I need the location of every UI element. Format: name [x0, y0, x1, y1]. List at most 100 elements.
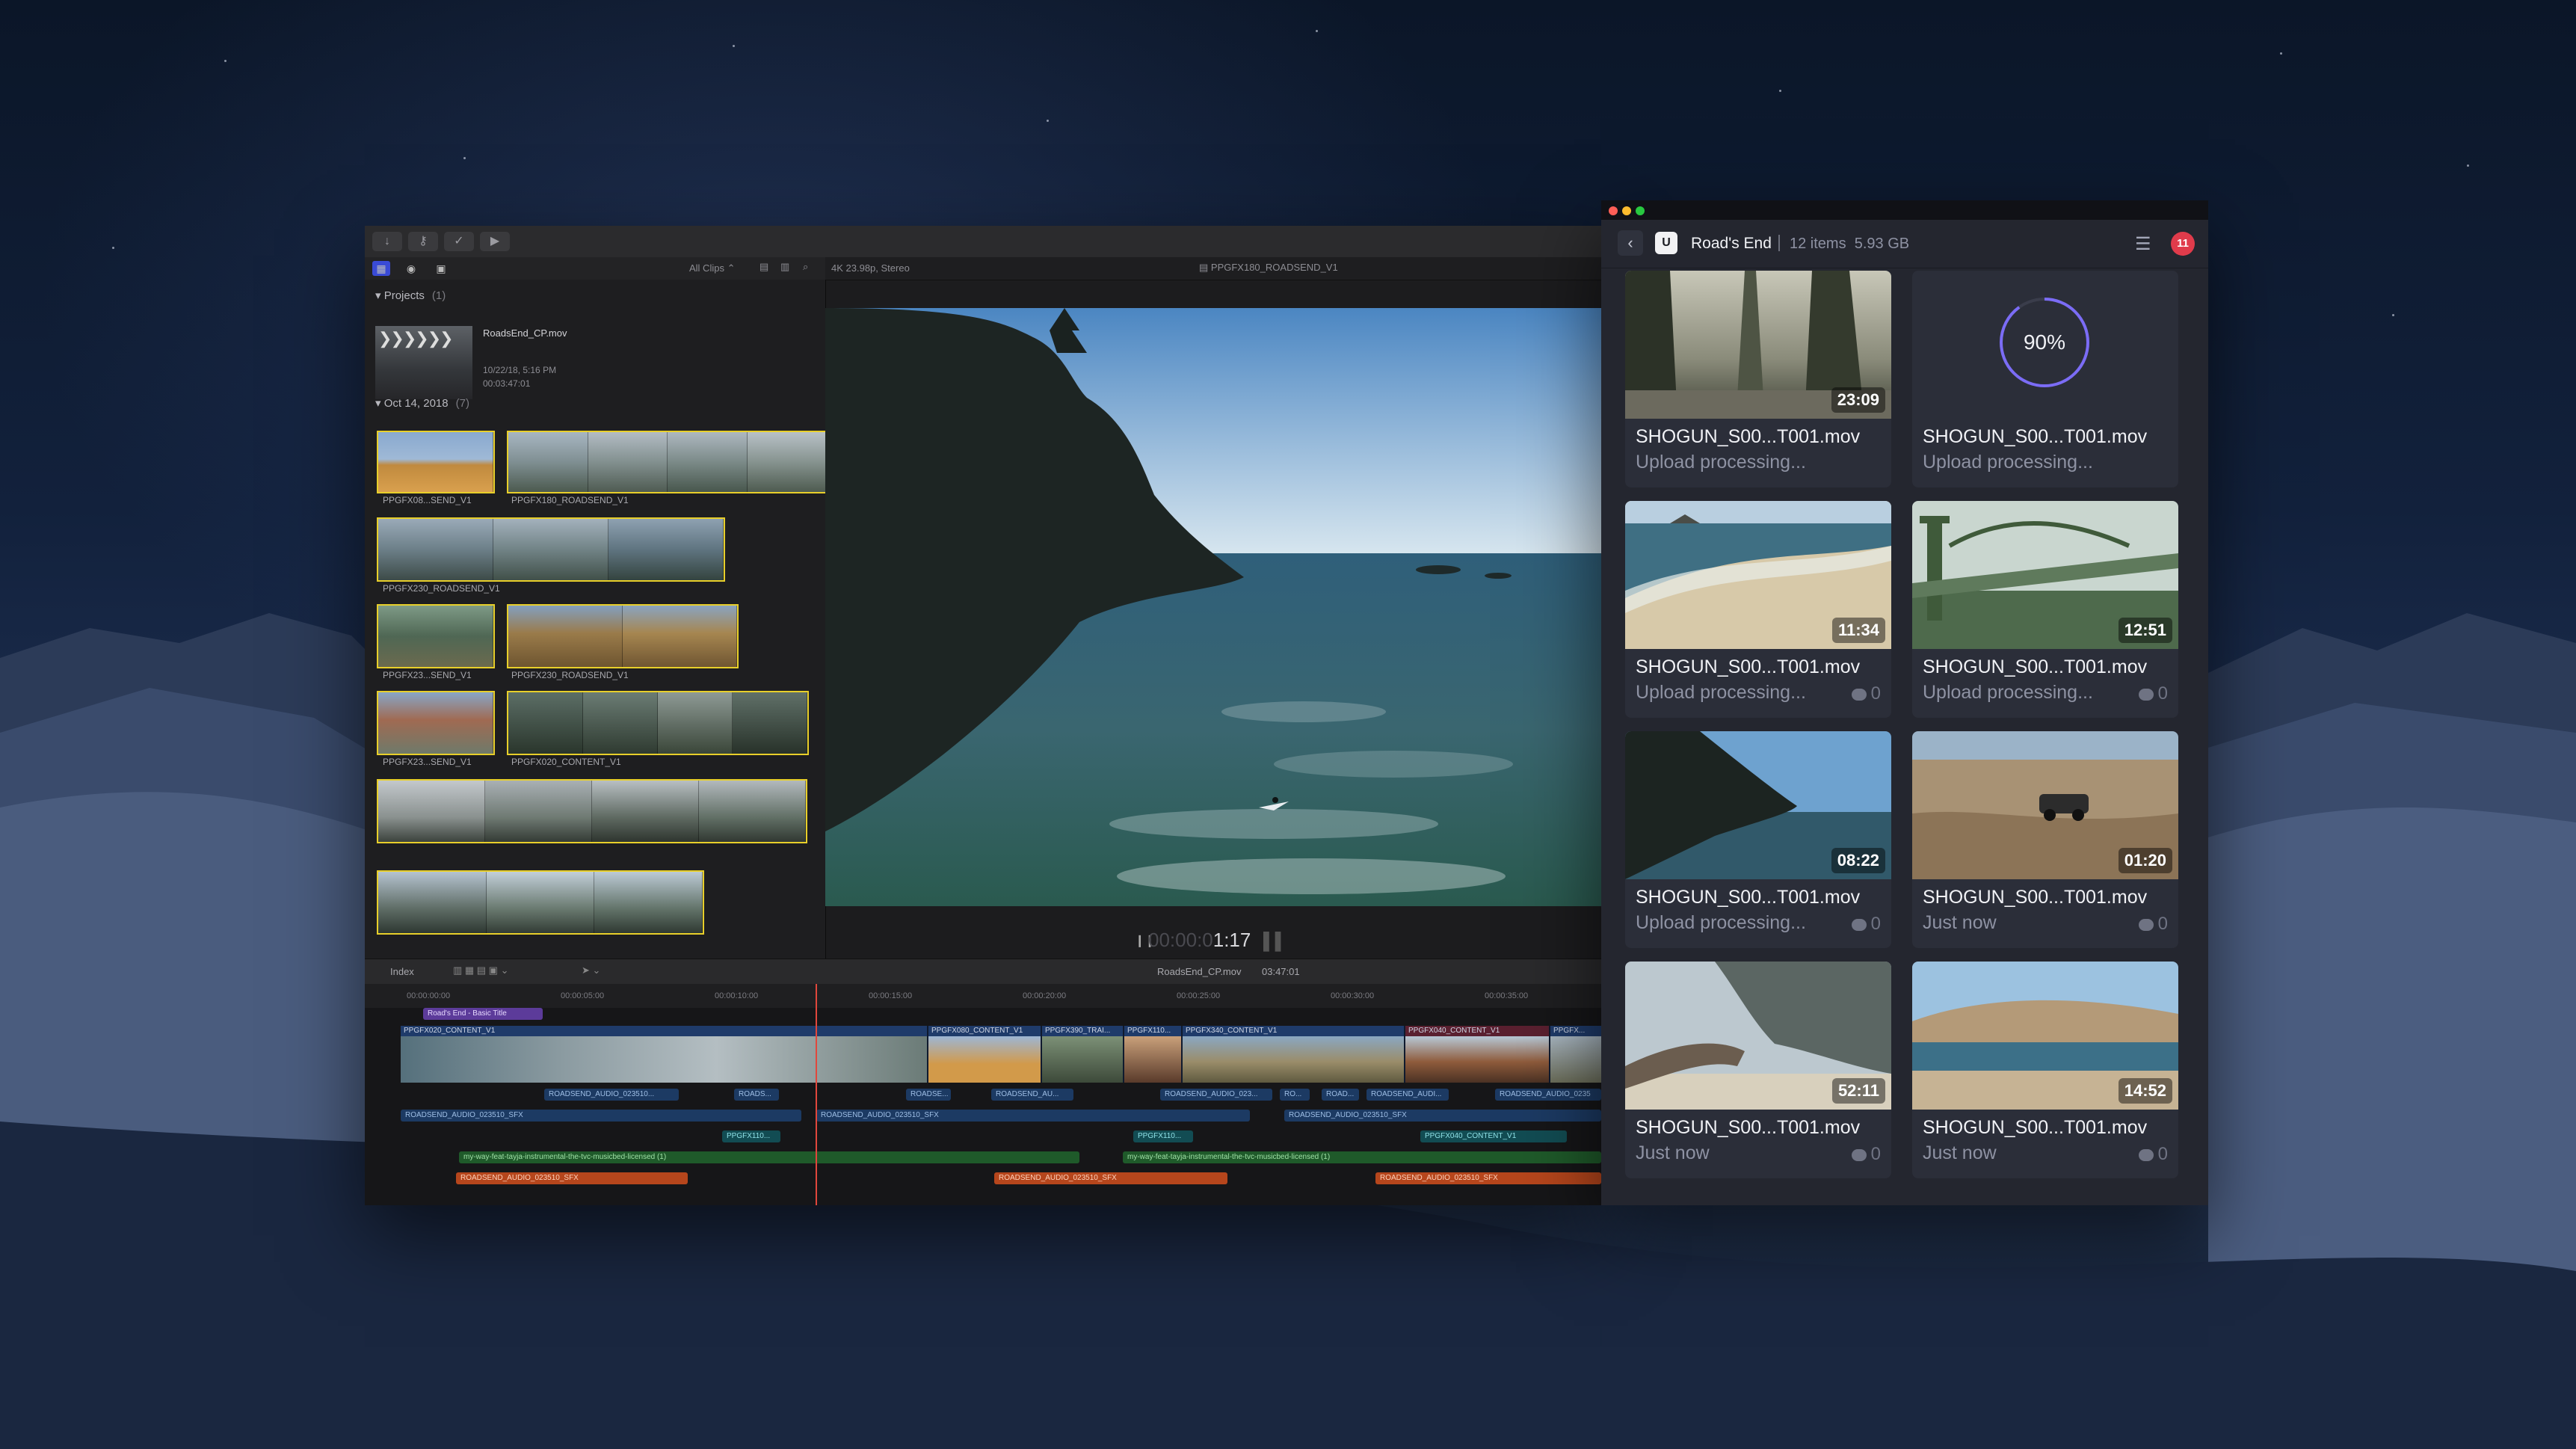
- project-thumbnail[interactable]: ❯❯❯❯❯❯: [375, 326, 472, 399]
- project-duration: 00:03:47:01: [483, 378, 531, 389]
- sfx-clip[interactable]: ROADSEND_AUDIO_023510_SFX: [456, 1172, 688, 1184]
- audio-clip[interactable]: ROADSEND_AU...: [991, 1089, 1073, 1101]
- ruler-tick: 00:00:25:00: [1177, 991, 1221, 1000]
- audio-clip[interactable]: ROAD...: [1322, 1089, 1359, 1101]
- asset-thumbnail: 52:11: [1625, 962, 1891, 1110]
- filmstrip-view-icon[interactable]: ▤: [759, 261, 768, 273]
- close-window-button[interactable]: [1609, 206, 1618, 215]
- video-clip-label: PPGFX110...: [1124, 1026, 1181, 1036]
- audio-clip[interactable]: ROADSE...: [906, 1089, 951, 1101]
- check-icon[interactable]: ✓: [444, 232, 474, 251]
- photos-icon[interactable]: ◉: [402, 261, 420, 276]
- comment-count[interactable]: 0: [1851, 683, 1881, 704]
- window-titlebar: [1601, 200, 2208, 220]
- fcp-toolbar: ↓ ⚷ ✓ ▶: [365, 226, 1601, 258]
- audio-clip[interactable]: ROADSEND_AUDI...: [1366, 1089, 1449, 1101]
- comment-count[interactable]: 0: [1851, 1144, 1881, 1165]
- project-name[interactable]: RoadsEnd_CP.mov: [483, 327, 567, 339]
- asset-card[interactable]: 14:52 SHOGUN_S00...T001.mov Just now 0: [1912, 962, 2178, 1178]
- sfx-clip[interactable]: ROADSEND_AUDIO_023510_SFX: [1375, 1172, 1601, 1184]
- index-button[interactable]: Index: [390, 966, 414, 977]
- timeline-tools-icon[interactable]: ▥ ▦ ▤ ▣ ⌄: [453, 965, 508, 976]
- asset-card[interactable]: 90% SHOGUN_S00...T001.mov Upload process…: [1912, 271, 2178, 487]
- video-clip-label: PPGFX...: [1550, 1026, 1601, 1036]
- viewer-title: ▤ PPGFX180_ROADSEND_V1: [1199, 262, 1338, 273]
- sfx-clip[interactable]: ROADSEND_AUDIO_023510_SFX: [994, 1172, 1227, 1184]
- asset-card[interactable]: 01:20 SHOGUN_S00...T001.mov Just now 0: [1912, 731, 2178, 948]
- browser-clip[interactable]: [377, 517, 725, 582]
- browser-clip[interactable]: [377, 431, 495, 493]
- zoom-window-button[interactable]: [1636, 206, 1645, 215]
- select-tool-icon[interactable]: ➤ ⌄: [582, 965, 600, 976]
- comment-count[interactable]: 0: [2138, 683, 2168, 704]
- connected-clip[interactable]: PPGFX110...: [1133, 1130, 1193, 1142]
- comment-count[interactable]: 0: [1851, 914, 1881, 935]
- download-icon[interactable]: ↓: [372, 232, 402, 251]
- projects-header[interactable]: ▾ Projects (1): [375, 289, 446, 302]
- share-icon[interactable]: ▶: [480, 232, 510, 251]
- viewer-frame[interactable]: [825, 308, 1601, 906]
- audio-clip[interactable]: ROADS...: [734, 1089, 779, 1101]
- asset-card[interactable]: 52:11 SHOGUN_S00...T001.mov Just now 0: [1625, 962, 1891, 1178]
- comment-count-value: 0: [1870, 914, 1881, 934]
- browser-clip[interactable]: [377, 779, 807, 843]
- browser-clip[interactable]: [377, 870, 704, 935]
- asset-thumbnail: 11:34: [1625, 501, 1891, 649]
- browser-clip[interactable]: [507, 431, 828, 493]
- timeline-ruler[interactable]: 00:00:00:00 00:00:05:00 00:00:10:00 00:0…: [365, 984, 1601, 1008]
- viewer-title-text: PPGFX180_ROADSEND_V1: [1210, 262, 1338, 273]
- project-size: 5.93 GB: [1854, 236, 1910, 252]
- title-clip[interactable]: Road's End - Basic Title: [423, 1008, 543, 1020]
- browser-clip[interactable]: [507, 691, 809, 755]
- asset-status: Just now: [1636, 1142, 1710, 1163]
- search-icon[interactable]: ⌕: [803, 261, 808, 273]
- notifications-badge[interactable]: 11: [2171, 232, 2195, 256]
- primary-storyline[interactable]: PPGFX020_CONTENT_V1 PPGFX080_CONTENT_V1 …: [401, 1026, 1601, 1083]
- timecode-value: 1:17: [1212, 929, 1251, 951]
- browser-clip[interactable]: [377, 604, 495, 668]
- titles-icon[interactable]: ▣: [432, 261, 450, 276]
- comment-count[interactable]: 0: [2138, 914, 2168, 935]
- minimize-window-button[interactable]: [1622, 206, 1631, 215]
- music-clip[interactable]: my-way-feat-tayja-instrumental-the-tvc-m…: [1123, 1151, 1601, 1163]
- connected-clip[interactable]: PPGFX040_CONTENT_V1: [1420, 1130, 1567, 1142]
- audio-clip[interactable]: ROADSEND_AUDIO_023510...: [544, 1089, 679, 1101]
- music-clip[interactable]: my-way-feat-tayja-instrumental-the-tvc-m…: [459, 1151, 1079, 1163]
- asset-card[interactable]: 08:22 SHOGUN_S00...T001.mov Upload proce…: [1625, 731, 1891, 948]
- filmstrip: [401, 1036, 1601, 1083]
- comment-icon: [1851, 918, 1867, 931]
- timeline-tracks[interactable]: Road's End - Basic Title PPGFX020_CONTEN…: [365, 1008, 1601, 1205]
- chevron-left-icon[interactable]: ‹: [1618, 230, 1643, 256]
- audio-clip[interactable]: RO...: [1280, 1089, 1310, 1101]
- comment-icon: [1851, 688, 1867, 701]
- clip-appearance-icon[interactable]: ▥: [780, 261, 789, 273]
- key-icon[interactable]: ⚷: [408, 232, 438, 251]
- project-avatar[interactable]: U: [1655, 232, 1677, 254]
- event-header[interactable]: ▾ Oct 14, 2018 (7): [375, 396, 469, 410]
- comment-count[interactable]: 0: [2138, 1144, 2168, 1165]
- asset-name: SHOGUN_S00...T001.mov: [1636, 656, 1861, 677]
- browser-clip[interactable]: [507, 604, 739, 668]
- audio-clip[interactable]: ROADSEND_AUDIO_023510_SFX: [401, 1110, 801, 1122]
- project-date: 10/22/18, 5:16 PM: [483, 365, 557, 375]
- asset-card[interactable]: 23:09 SHOGUN_S00...T001.mov Upload proce…: [1625, 271, 1891, 487]
- audio-clip[interactable]: ROADSEND_AUDIO_023510_SFX: [816, 1110, 1250, 1122]
- browser-clip[interactable]: [377, 691, 495, 755]
- audio-clip[interactable]: ROADSEND_AUDIO_0235: [1495, 1089, 1601, 1101]
- asset-card[interactable]: 12:51 SHOGUN_S00...T001.mov Upload proce…: [1912, 501, 2178, 718]
- all-clips-dropdown[interactable]: All Clips ⌃: [689, 262, 735, 274]
- connected-clip[interactable]: PPGFX110...: [722, 1130, 780, 1142]
- asset-thumbnail: 14:52: [1912, 962, 2178, 1110]
- asset-thumbnail: 23:09: [1625, 271, 1891, 419]
- comment-icon: [2138, 688, 2154, 701]
- video-clip-label: PPGFX080_CONTENT_V1: [928, 1026, 1041, 1036]
- timeline-playhead[interactable]: [816, 984, 817, 1205]
- ruler-tick: 00:00:35:00: [1485, 991, 1529, 1000]
- list-view-icon[interactable]: ☰: [2135, 233, 2151, 255]
- asset-card[interactable]: 11:34 SHOGUN_S00...T001.mov Upload proce…: [1625, 501, 1891, 718]
- project-info: 12 items 5.93 GB: [1790, 236, 1909, 253]
- libraries-icon[interactable]: ▦: [372, 261, 390, 276]
- audio-clip[interactable]: ROADSEND_AUDIO_023...: [1160, 1089, 1272, 1101]
- asset-duration: 52:11: [1831, 1078, 1885, 1104]
- audio-clip[interactable]: ROADSEND_AUDIO_023510_SFX: [1284, 1110, 1601, 1122]
